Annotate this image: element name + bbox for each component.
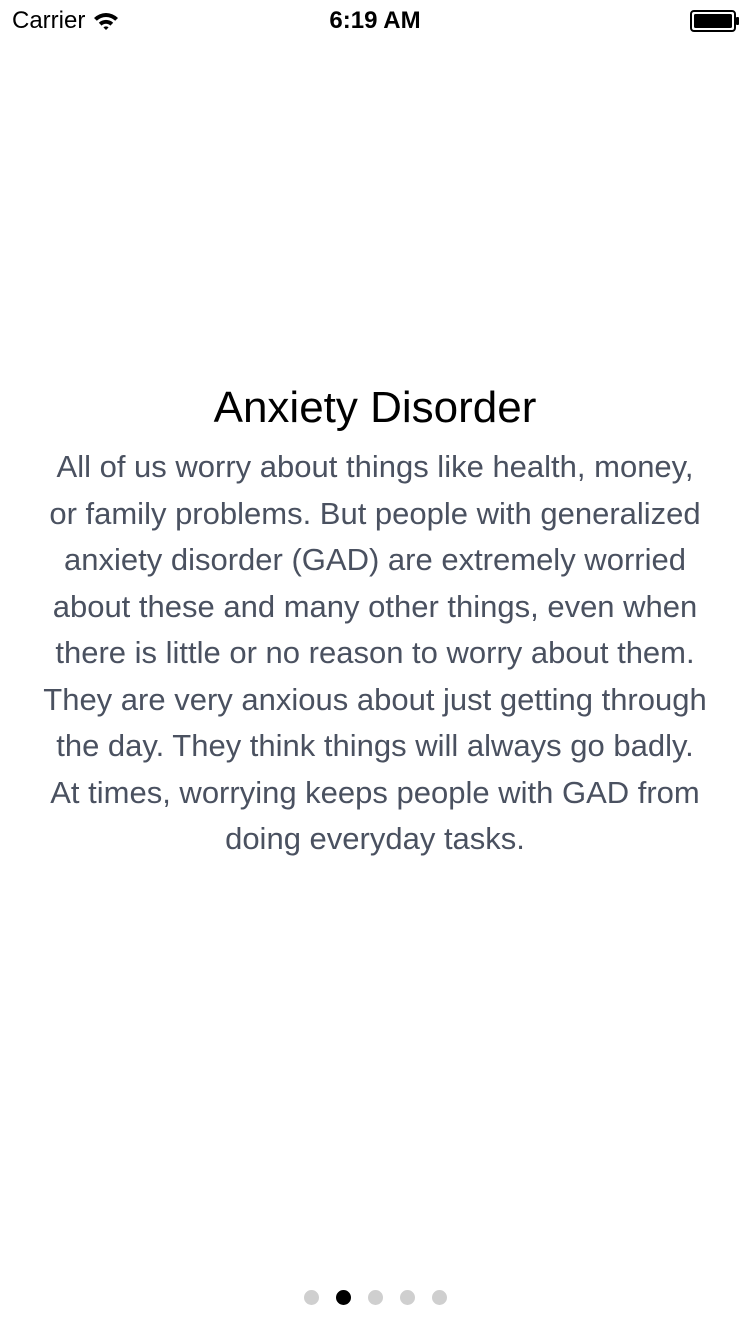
page-dot-3[interactable] [367, 1289, 383, 1305]
battery-icon [690, 10, 739, 32]
page-content: Anxiety Disorder All of us worry about t… [40, 378, 710, 863]
page-title: Anxiety Disorder [213, 383, 537, 432]
page-dot-1[interactable] [303, 1289, 319, 1305]
page-body-text: All of us worry about things like health… [43, 449, 707, 856]
page-dot-5[interactable] [431, 1289, 447, 1305]
status-time: 6:19 AM [329, 7, 421, 34]
page-dot-4[interactable] [399, 1289, 415, 1305]
status-bar: Carrier 6:19 AM [0, 0, 750, 40]
page-control[interactable] [0, 1289, 750, 1305]
page-dot-2[interactable] [335, 1289, 351, 1305]
